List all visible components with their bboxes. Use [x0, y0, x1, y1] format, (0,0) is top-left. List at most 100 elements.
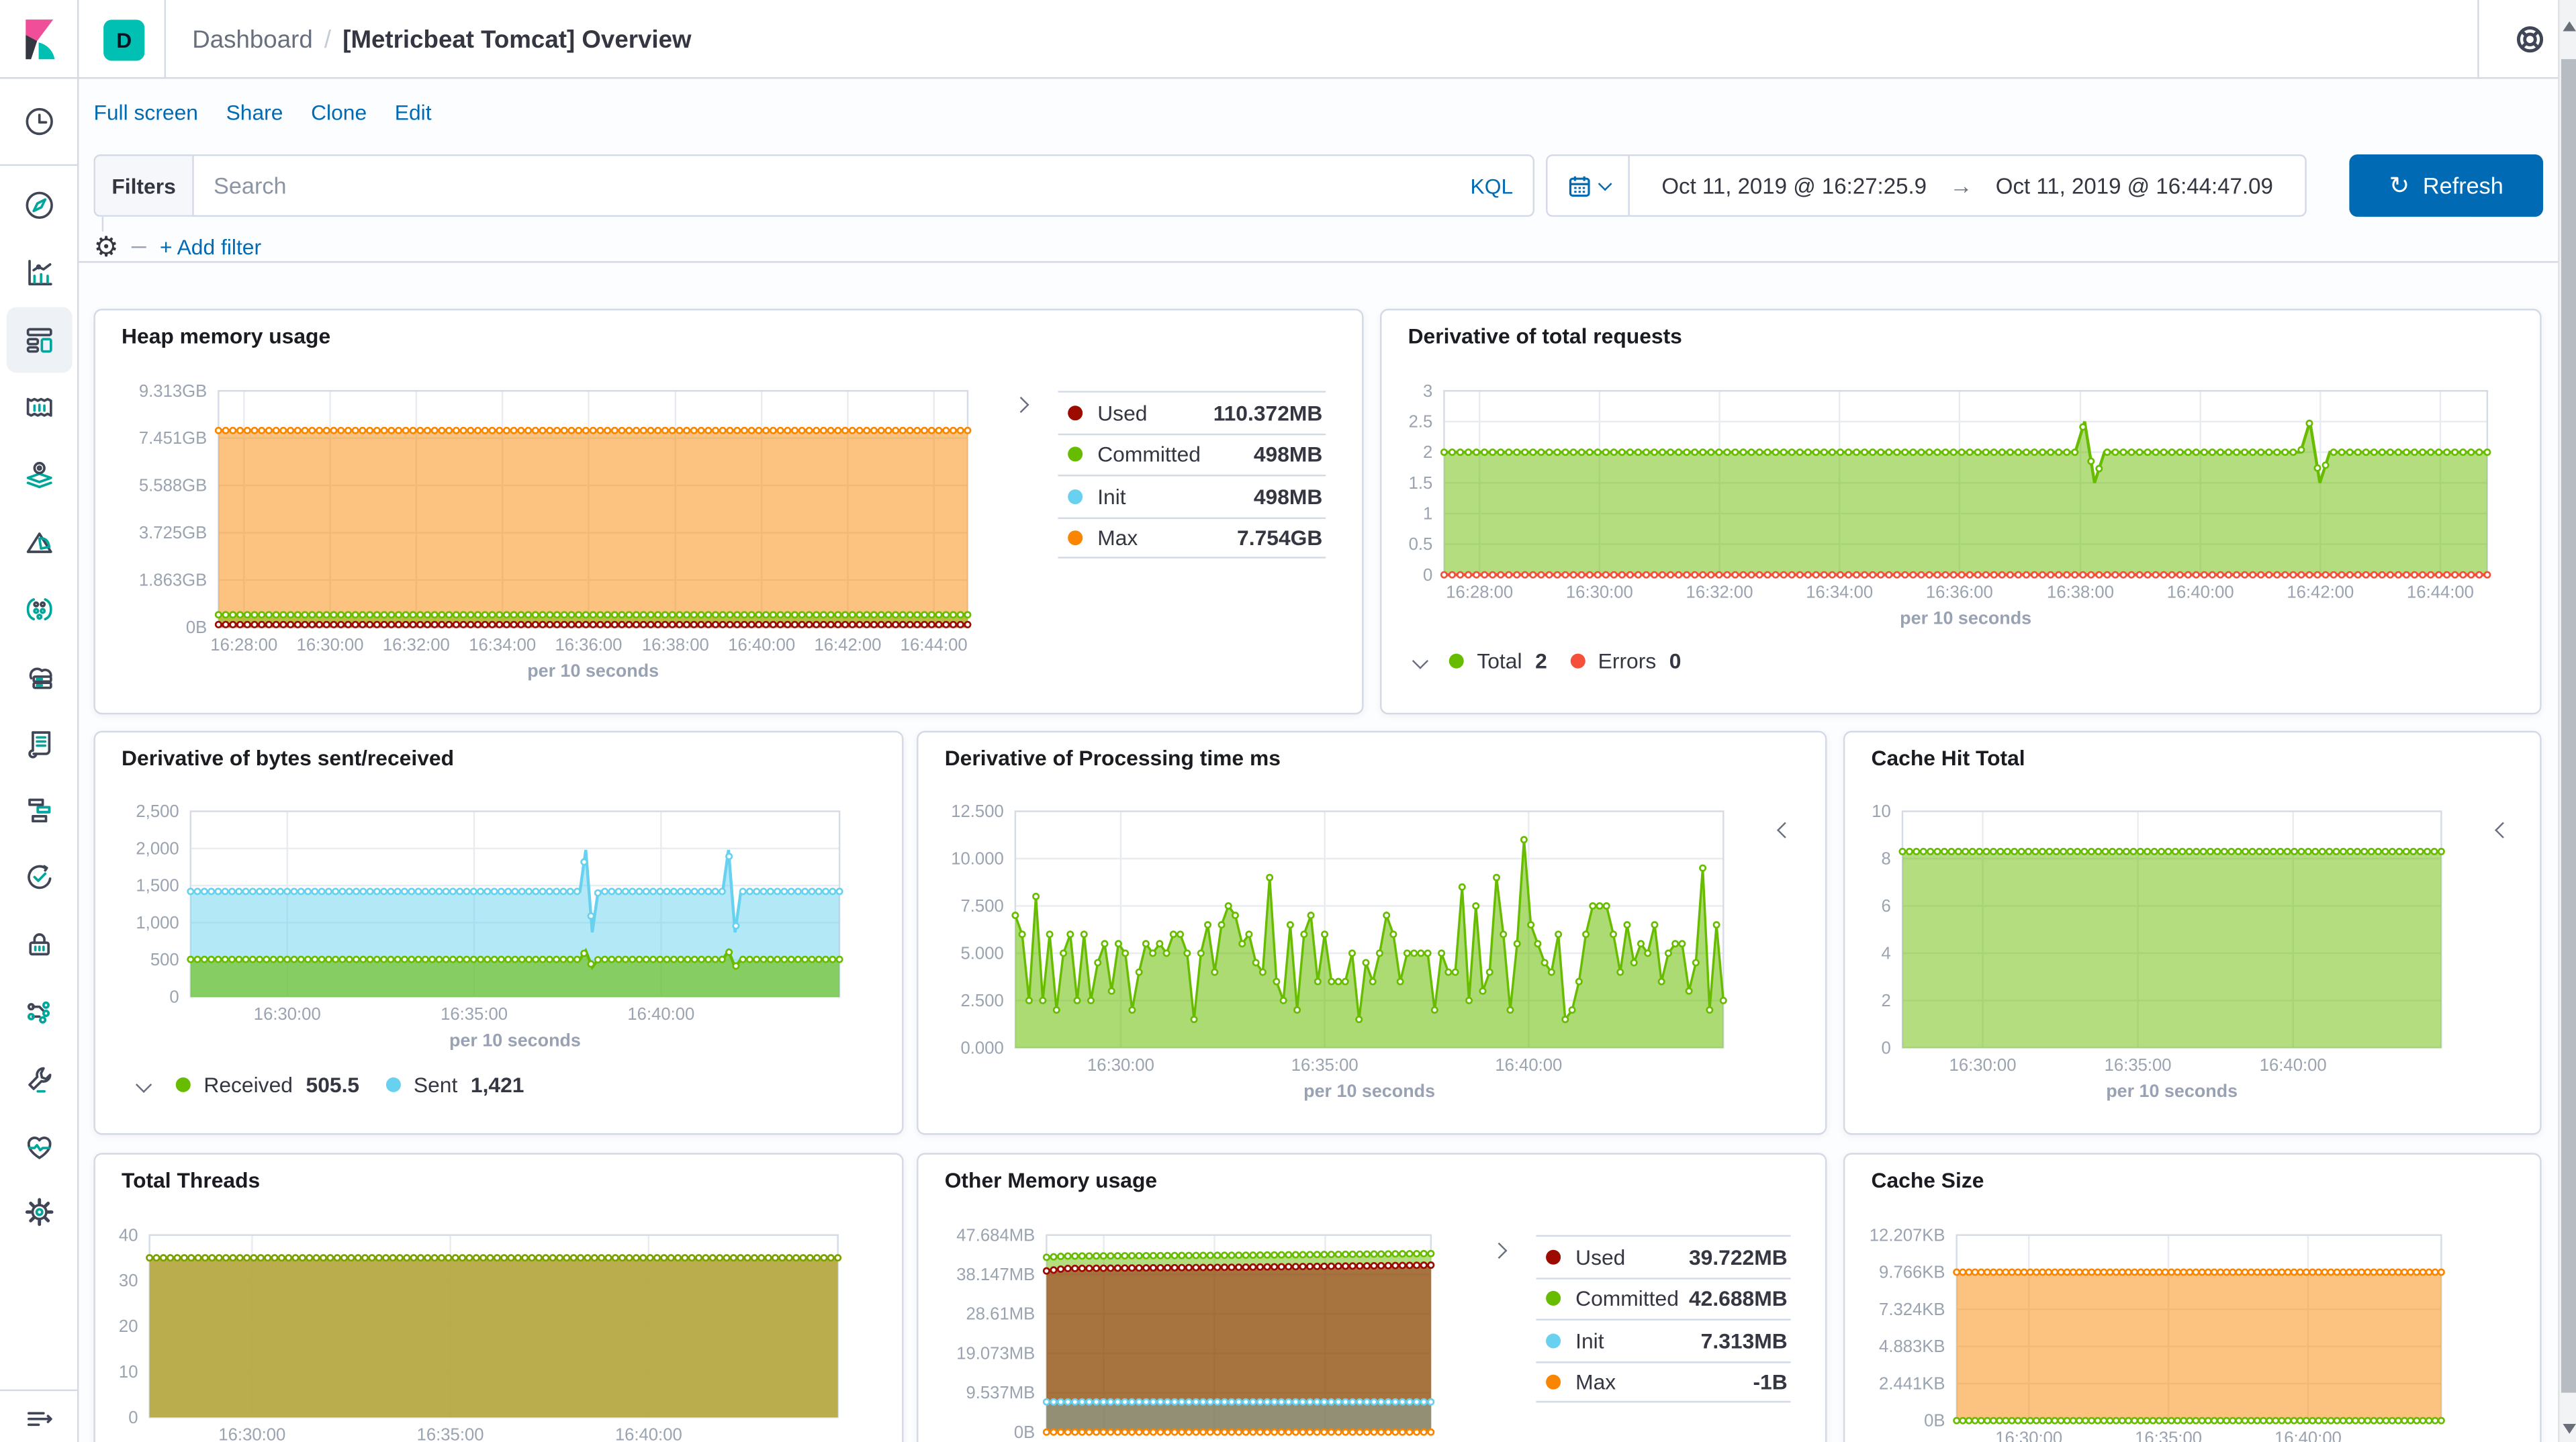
sidebar-collapse-button[interactable]: [7, 1386, 73, 1442]
bytes-legend: Received 505.5 Sent 1,421: [138, 1073, 524, 1098]
sidebar-item-siem[interactable]: [7, 912, 73, 977]
legend-item-errors[interactable]: Errors 0: [1570, 648, 1681, 673]
series-dot-init: [1546, 1333, 1561, 1348]
chevron-down-icon: [1598, 176, 1612, 190]
panel-total-requests: Derivative of total requests 00.511.522.…: [1380, 309, 2542, 714]
top-bar: D Dashboard / [Metricbeat Tomcat] Overvi…: [0, 0, 2576, 79]
svg-text:10.000: 10.000: [951, 850, 1004, 869]
kibana-logo[interactable]: [0, 0, 79, 79]
scrollbar-up-arrow[interactable]: [2563, 21, 2576, 32]
sidebar-item-discover[interactable]: [7, 173, 73, 238]
clone-button[interactable]: Clone: [311, 100, 367, 125]
legend-value: -1B: [1753, 1369, 1787, 1394]
legend-label: Init: [1097, 484, 1125, 509]
svg-text:per 10 seconds: per 10 seconds: [449, 1030, 581, 1050]
date-from[interactable]: Oct 11, 2019 @ 16:27:25.9: [1661, 173, 1927, 198]
svg-text:16:35:00: 16:35:00: [2135, 1429, 2202, 1442]
map-pin-icon: [23, 459, 56, 491]
svg-text:16:34:00: 16:34:00: [1806, 583, 1873, 602]
legend-item-committed[interactable]: Committed 498MB: [1058, 433, 1326, 475]
scrollbar-thumb[interactable]: [2561, 59, 2576, 1393]
space-badge[interactable]: D: [103, 19, 144, 60]
sidebar-item-monitoring[interactable]: [7, 1114, 73, 1180]
legend-item-committed[interactable]: Committed 42.688MB: [1536, 1277, 1790, 1318]
sidebar-item-apm[interactable]: [7, 979, 73, 1045]
svg-text:16:44:00: 16:44:00: [901, 636, 968, 655]
svg-text:5.588GB: 5.588GB: [139, 477, 207, 495]
svg-text:28.61MB: 28.61MB: [966, 1305, 1035, 1324]
legend-value: 498MB: [1254, 442, 1323, 467]
search-input[interactable]: Search KQL: [192, 154, 1534, 217]
sidebar-item-uptime[interactable]: [7, 844, 73, 910]
legend-label: Committed: [1097, 442, 1201, 467]
svg-text:1,000: 1,000: [136, 914, 179, 932]
machine-learning-icon: [23, 526, 56, 559]
sidebar-item-logs[interactable]: [7, 710, 73, 775]
sidebar-item-graph[interactable]: [7, 577, 73, 642]
sidebar-item-metrics[interactable]: [7, 777, 73, 843]
svg-text:16:35:00: 16:35:00: [441, 1005, 508, 1024]
refresh-label: Refresh: [2423, 173, 2503, 199]
svg-text:9.537MB: 9.537MB: [966, 1384, 1035, 1402]
help-button[interactable]: [2514, 23, 2546, 56]
kibana-logo-icon: [17, 18, 60, 61]
svg-text:20: 20: [119, 1317, 138, 1336]
legend-item-init[interactable]: Init 498MB: [1058, 475, 1326, 516]
share-button[interactable]: Share: [226, 100, 283, 125]
full-screen-button[interactable]: Full screen: [93, 100, 198, 125]
legend-item-max[interactable]: Max -1B: [1536, 1361, 1790, 1402]
edit-button[interactable]: Edit: [395, 100, 432, 125]
series-dot-committed: [1546, 1292, 1561, 1306]
svg-text:3.725GB: 3.725GB: [139, 524, 207, 542]
requests-legend: Total 2 Errors 0: [1414, 648, 1681, 673]
filters-button[interactable]: Filters: [93, 154, 192, 217]
svg-text:0: 0: [1423, 566, 1432, 585]
kql-toggle[interactable]: KQL: [1471, 173, 1514, 198]
svg-text:2.5: 2.5: [1409, 412, 1433, 431]
add-filter-button[interactable]: + Add filter: [160, 234, 261, 259]
legend-item-init[interactable]: Init 7.313MB: [1536, 1318, 1790, 1360]
series-dot-used: [1546, 1249, 1561, 1264]
filter-options-gear-icon[interactable]: ⚙: [93, 232, 118, 260]
legend-item-max[interactable]: Max 7.754GB: [1058, 516, 1326, 558]
legend-collapse-icon[interactable]: [1412, 653, 1428, 669]
sidebar-item-visualize[interactable]: [7, 240, 73, 305]
svg-text:1: 1: [1423, 504, 1432, 523]
legend-item-used[interactable]: Used 39.722MB: [1536, 1235, 1790, 1277]
sidebar-item-uptime-cloud[interactable]: [7, 644, 73, 710]
legend-item-used[interactable]: Used 110.372MB: [1058, 391, 1326, 432]
legend-value: 498MB: [1254, 484, 1323, 509]
sidebar-item-canvas[interactable]: [7, 375, 73, 440]
svg-text:2,500: 2,500: [136, 802, 179, 821]
search-placeholder: Search: [214, 173, 1470, 199]
sidebar-item-dashboard[interactable]: [7, 307, 73, 373]
clock-icon: [23, 105, 56, 138]
svg-text:38.147MB: 38.147MB: [956, 1265, 1035, 1284]
date-picker-calendar-button[interactable]: [1548, 156, 1630, 215]
sidebar-item-recently-viewed[interactable]: [7, 89, 73, 154]
svg-text:4.883KB: 4.883KB: [1879, 1337, 1945, 1356]
refresh-button[interactable]: ↻ Refresh: [2349, 154, 2543, 217]
compass-icon: [23, 189, 56, 222]
query-bar: Filters Search KQL Oct 11, 2019 @ 16:27:…: [93, 154, 2543, 217]
scrollbar-down-arrow[interactable]: [2563, 1424, 2576, 1434]
svg-text:16:44:00: 16:44:00: [2407, 583, 2474, 602]
legend-item-received[interactable]: Received 505.5: [176, 1073, 359, 1098]
sidebar-item-management[interactable]: [7, 1180, 73, 1245]
breadcrumb-root[interactable]: Dashboard: [192, 26, 313, 54]
legend-value: 505.5: [306, 1073, 360, 1098]
legend-item-total[interactable]: Total 2: [1449, 648, 1547, 673]
metrics-icon: [23, 794, 56, 826]
series-dot-total: [1449, 654, 1464, 669]
sidebar-item-dev-tools[interactable]: [7, 1046, 73, 1112]
svg-text:16:40:00: 16:40:00: [2274, 1429, 2342, 1442]
date-to[interactable]: Oct 11, 2019 @ 16:44:47.09: [1996, 173, 2273, 198]
sidebar-item-maps[interactable]: [7, 442, 73, 508]
sidebar-item-machine-learning[interactable]: [7, 509, 73, 575]
refresh-icon: ↻: [2389, 171, 2410, 200]
legend-item-sent[interactable]: Sent 1,421: [385, 1073, 524, 1098]
legend-collapse-icon[interactable]: [136, 1077, 152, 1093]
svg-text:16:30:00: 16:30:00: [218, 1426, 285, 1442]
cache-size-chart: 0B2.441KB4.883KB7.324KB9.766KB12.207KB16…: [1845, 1155, 2543, 1442]
topbar-divider-right: [2477, 0, 2479, 79]
